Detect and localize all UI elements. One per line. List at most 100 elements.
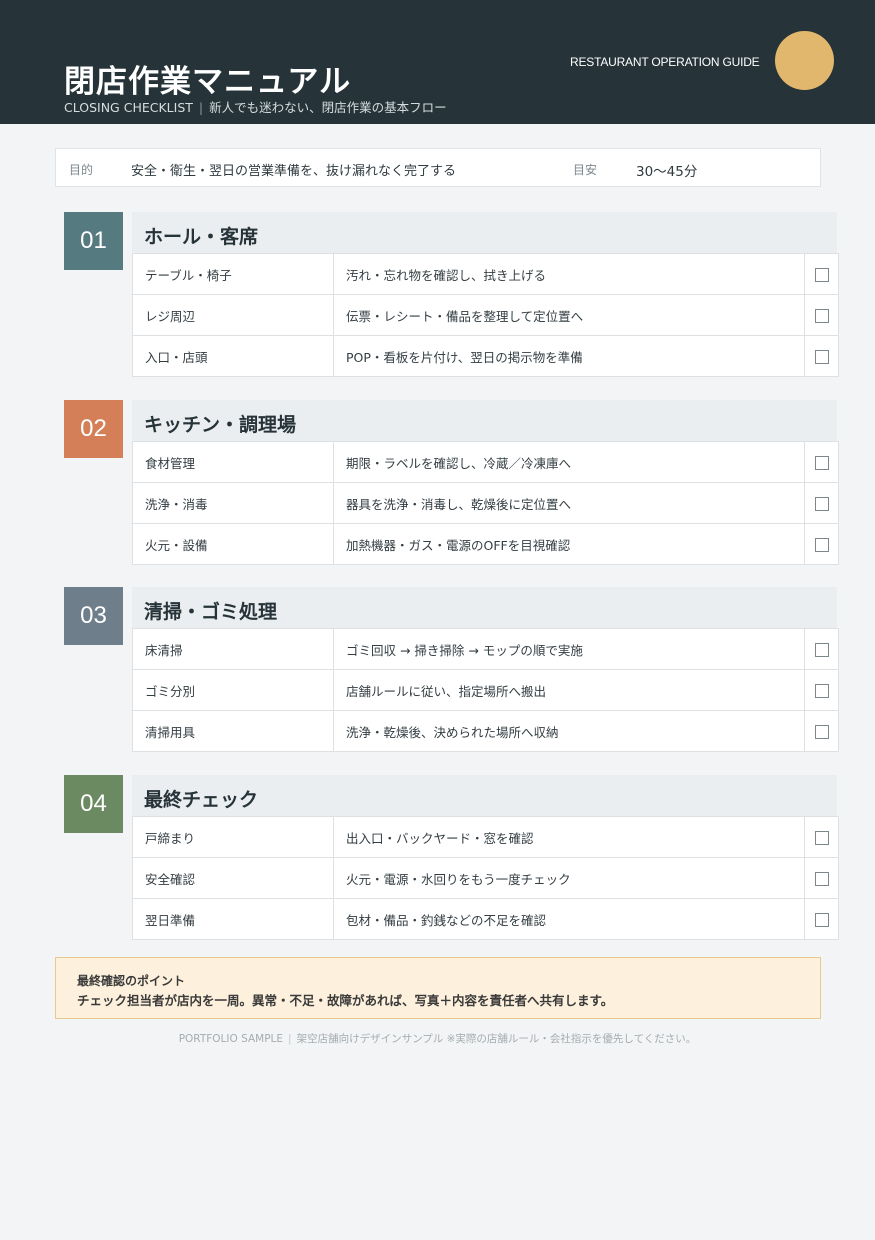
task-cell: 店舗ルールに従い、指定場所へ搬出 — [333, 669, 805, 711]
page-header: 閉店作業マニュアル CLOSING CHECKLIST | 新人でも迷わない、閉店作… — [0, 0, 875, 124]
checkbox[interactable] — [814, 455, 829, 470]
task-cell: 火元・電源・水回りをもう一度チェック — [333, 857, 805, 899]
table-row: テーブル・椅子 汚れ・忘れ物を確認し、拭き上げる — [132, 253, 839, 295]
section-header: ホール・客席 — [132, 212, 837, 253]
area-cell: レジ周辺 — [132, 294, 334, 336]
area-cell: 食材管理 — [132, 441, 334, 483]
checkbox[interactable] — [814, 267, 829, 282]
table-row: 洗浄・消毒 器具を洗浄・消毒し、乾燥後に定位置へ — [132, 482, 839, 524]
area-cell: 翌日準備 — [132, 898, 334, 940]
task-cell: 期限・ラベルを確認し、冷蔵／冷凍庫へ — [333, 441, 805, 483]
section-kitchen: 02 キッチン・調理場 食材管理 期限・ラベルを確認し、冷蔵／冷凍庫へ 洗浄・消… — [0, 400, 875, 565]
checkbox[interactable] — [814, 642, 829, 657]
subtitle-separator: | — [198, 100, 204, 115]
area-cell: ゴミ分別 — [132, 669, 334, 711]
footer-right: 架空店舗向けデザインサンプル ※実際の店舗ルール・会社指示を優先してください。 — [296, 1033, 697, 1045]
task-cell: 洗浄・乾燥後、決められた場所へ収納 — [333, 710, 805, 752]
section-final-check: 04 最終チェック 戸締まり 出入口・バックヤード・窓を確認 安全確認 火元・電… — [0, 775, 875, 940]
table-row: 入口・店頭 POP・看板を片付け、翌日の掲示物を準備 — [132, 335, 839, 377]
section-hall: 01 ホール・客席 テーブル・椅子 汚れ・忘れ物を確認し、拭き上げる レジ周辺 … — [0, 212, 875, 377]
page-title: 閉店作業マニュアル — [64, 64, 352, 100]
area-cell: 清掃用具 — [132, 710, 334, 752]
task-cell: 伝票・レシート・備品を整理して定位置へ — [333, 294, 805, 336]
checkbox[interactable] — [814, 349, 829, 364]
area-cell: 安全確認 — [132, 857, 334, 899]
checklist-table: 戸締まり 出入口・バックヤード・窓を確認 安全確認 火元・電源・水回りをもう一度… — [132, 816, 839, 940]
section-title: ホール・客席 — [144, 226, 259, 248]
table-row: ゴミ分別 店舗ルールに従い、指定場所へ搬出 — [132, 669, 839, 711]
checklist-table: 食材管理 期限・ラベルを確認し、冷蔵／冷凍庫へ 洗浄・消毒 器具を洗浄・消毒し、… — [132, 441, 839, 565]
task-cell: 汚れ・忘れ物を確認し、拭き上げる — [333, 253, 805, 295]
time-value: 30〜45分 — [636, 164, 698, 180]
area-cell: 床清掃 — [132, 628, 334, 670]
check-cell — [804, 669, 839, 711]
checkbox[interactable] — [814, 683, 829, 698]
table-row: 清掃用具 洗浄・乾燥後、決められた場所へ収納 — [132, 710, 839, 752]
check-cell — [804, 294, 839, 336]
task-cell: ゴミ回収 → 掃き掃除 → モップの順で実施 — [333, 628, 805, 670]
check-cell — [804, 898, 839, 940]
section-number: 03 — [64, 587, 123, 645]
table-row: 翌日準備 包材・備品・釣銭などの不足を確認 — [132, 898, 839, 940]
table-row: 安全確認 火元・電源・水回りをもう一度チェック — [132, 857, 839, 899]
area-cell: 洗浄・消毒 — [132, 482, 334, 524]
check-cell — [804, 253, 839, 295]
area-cell: 戸締まり — [132, 816, 334, 858]
guide-label: RESTAURANT OPERATION GUIDE — [570, 55, 760, 69]
task-cell: 器具を洗浄・消毒し、乾燥後に定位置へ — [333, 482, 805, 524]
purpose-text: 安全・衛生・翌日の営業準備を、抜け漏れなく完了する — [131, 164, 457, 179]
check-cell — [804, 710, 839, 752]
section-header: 最終チェック — [132, 775, 837, 816]
footer-left: PORTFOLIO SAMPLE — [178, 1033, 284, 1045]
table-row: 食材管理 期限・ラベルを確認し、冷蔵／冷凍庫へ — [132, 441, 839, 483]
section-number: 01 — [64, 212, 123, 270]
section-number: 02 — [64, 400, 123, 458]
purpose-bar: 目的 安全・衛生・翌日の営業準備を、抜け漏れなく完了する 目安 30〜45分 — [55, 148, 821, 187]
section-title: 清掃・ゴミ処理 — [144, 601, 278, 623]
task-cell: 出入口・バックヤード・窓を確認 — [333, 816, 805, 858]
task-cell: 包材・備品・釣銭などの不足を確認 — [333, 898, 805, 940]
note-body: チェック担当者が店内を一周。異常・不足・故障があれば、写真＋内容を責任者へ共有し… — [77, 993, 614, 1008]
checkbox[interactable] — [814, 912, 829, 927]
section-cleaning: 03 清掃・ゴミ処理 床清掃 ゴミ回収 → 掃き掃除 → モップの順で実施 ゴミ… — [0, 587, 875, 752]
task-cell: POP・看板を片付け、翌日の掲示物を準備 — [333, 335, 805, 377]
check-cell — [804, 523, 839, 565]
decorative-circle — [775, 31, 834, 90]
purpose-label: 目的 — [69, 163, 94, 177]
page-subtitle: CLOSING CHECKLIST | 新人でも迷わない、閉店作業の基本フロー — [64, 97, 447, 116]
check-cell — [804, 482, 839, 524]
area-cell: テーブル・椅子 — [132, 253, 334, 295]
final-note-box: 最終確認のポイント チェック担当者が店内を一周。異常・不足・故障があれば、写真＋… — [55, 957, 821, 1019]
subtitle-jp: 新人でも迷わない、閉店作業の基本フロー — [209, 100, 447, 115]
checklist-table: 床清掃 ゴミ回収 → 掃き掃除 → モップの順で実施 ゴミ分別 店舗ルールに従い… — [132, 628, 839, 752]
checklist-table: テーブル・椅子 汚れ・忘れ物を確認し、拭き上げる レジ周辺 伝票・レシート・備品… — [132, 253, 839, 377]
section-title: 最終チェック — [144, 789, 259, 811]
table-row: レジ周辺 伝票・レシート・備品を整理して定位置へ — [132, 294, 839, 336]
task-cell: 加熱機器・ガス・電源のOFFを目視確認 — [333, 523, 805, 565]
area-cell: 入口・店頭 — [132, 335, 334, 377]
note-title: 最終確認のポイント — [77, 974, 186, 988]
section-header: 清掃・ゴミ処理 — [132, 587, 837, 628]
footer-separator: | — [288, 1033, 292, 1045]
checkbox[interactable] — [814, 830, 829, 845]
checkbox[interactable] — [814, 308, 829, 323]
check-cell — [804, 816, 839, 858]
table-row: 火元・設備 加熱機器・ガス・電源のOFFを目視確認 — [132, 523, 839, 565]
checkbox[interactable] — [814, 496, 829, 511]
table-row: 戸締まり 出入口・バックヤード・窓を確認 — [132, 816, 839, 858]
page-footer: PORTFOLIO SAMPLE | 架空店舗向けデザインサンプル ※実際の店舗ルー… — [0, 1031, 875, 1046]
section-number: 04 — [64, 775, 123, 833]
checkbox[interactable] — [814, 871, 829, 886]
checkbox[interactable] — [814, 724, 829, 739]
area-cell: 火元・設備 — [132, 523, 334, 565]
check-cell — [804, 335, 839, 377]
check-cell — [804, 857, 839, 899]
check-cell — [804, 441, 839, 483]
section-header: キッチン・調理場 — [132, 400, 837, 441]
table-row: 床清掃 ゴミ回収 → 掃き掃除 → モップの順で実施 — [132, 628, 839, 670]
check-cell — [804, 628, 839, 670]
checkbox[interactable] — [814, 537, 829, 552]
section-title: キッチン・調理場 — [144, 414, 297, 436]
subtitle-en: CLOSING CHECKLIST — [64, 100, 193, 115]
time-label: 目安 — [573, 163, 598, 177]
